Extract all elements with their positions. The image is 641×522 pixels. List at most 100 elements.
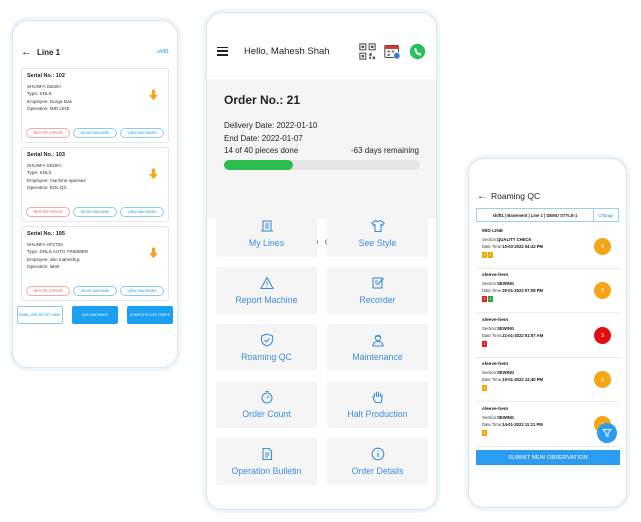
observation-count-badge: 3 [594, 327, 611, 344]
filter-icon [602, 429, 612, 438]
warning-icon [259, 276, 274, 290]
machine-operation: Operation: EOL QC [27, 185, 67, 191]
qc-title: Roaming QC [491, 191, 541, 201]
qr-code-icon[interactable] [359, 42, 376, 60]
arrow-down-icon [149, 168, 158, 180]
report-error-button[interactable]: REPORT ERROR [26, 207, 70, 217]
defect-tags: 1 [482, 340, 613, 347]
change-filter-button[interactable]: Change [594, 209, 618, 221]
observation-item[interactable]: sleeve-hem Section:SEWING Date Time:30-01-… [476, 269, 619, 313]
machine-type: Type: SNLS [27, 91, 52, 97]
complete-line-order-button[interactable]: COMPLETE LINE ORDER [127, 306, 173, 324]
tile-label: Order Details [351, 466, 404, 476]
add-machines-button[interactable]: ADD MACHINES [72, 306, 118, 324]
end-date: End Date: 2022-01-07 [224, 134, 303, 143]
observation-title: sleeve-hem [482, 362, 509, 367]
section-label: Section: [482, 326, 498, 331]
observation-item[interactable]: MID LINE Section:QUALITY CHECK Date Time:1… [476, 225, 619, 269]
observation-section: Section:SEWING [482, 370, 613, 377]
move-machine-button[interactable]: MOVE MACHINE [73, 128, 117, 138]
datetime-label: Date Time: [482, 421, 503, 427]
defect-tags: 1 [482, 384, 613, 391]
order-number: Order No.: 21 [224, 93, 301, 107]
calendar-settings-icon[interactable] [384, 43, 401, 60]
document-icon [261, 447, 272, 461]
machine-card[interactable]: Serial No.: 102 SHUNFA S620H Type: SNLS Emp… [21, 68, 169, 143]
tile-order-count[interactable]: Order Count [216, 381, 317, 428]
defect-count-tag: 1 [482, 251, 487, 258]
hand-stop-icon [371, 391, 383, 404]
tile-label: Recorder [359, 295, 396, 305]
hamburger-icon[interactable] [217, 46, 228, 56]
tile-label: Roaming QC [241, 352, 292, 362]
timer-icon [260, 390, 273, 404]
back-arrow-icon[interactable]: ← [477, 191, 489, 202]
report-error-button[interactable]: REPORT ERROR [26, 128, 70, 138]
datetime-label: Date Time: [482, 332, 503, 338]
defect-count-tag: 1 [488, 251, 493, 258]
machine-model: SHUNFA S620H [27, 84, 61, 89]
tile-maintenance[interactable]: Maintenance [327, 324, 428, 371]
datetime-value: 30-01-2022 07:08 PM [502, 287, 543, 293]
submit-observation-button[interactable]: SUBMIT NEW OBSERVATION [476, 450, 620, 465]
qc-header: ← Roaming QC [469, 189, 626, 203]
tile-recorder[interactable]: Recorder [327, 267, 428, 314]
section-value: SEWING [497, 370, 515, 375]
tile-see-style[interactable]: See Style [327, 210, 428, 257]
view-machines-button[interactable]: VIEW MACHINES [120, 207, 164, 217]
datetime-label: Date Time: [482, 287, 503, 293]
line-header: ← Line 1 shift1 [13, 39, 177, 65]
section-value: QUALITY CHECK [497, 237, 532, 242]
filter-fab-button[interactable] [597, 423, 617, 443]
observation-count-badge: 0 [594, 238, 611, 255]
observation-item[interactable]: sleeve-hem Section:SEWING Date Time:21-01-… [476, 314, 619, 358]
section-label: Section: [482, 281, 498, 286]
defect-tags: 21 [482, 295, 613, 302]
datetime-value: 21-01-2022 01:57 AM [502, 332, 544, 338]
tile-roaming-qc[interactable]: Roaming QC [216, 324, 317, 371]
machine-list: Serial No.: 102 SHUNFA S620H Type: SNLS Emp… [13, 68, 177, 301]
defect-count-tag: 1 [482, 429, 487, 436]
tile-label: Halt Production [347, 409, 408, 419]
report-error-button[interactable]: REPORT ERROR [26, 286, 70, 296]
tile-my-lines[interactable]: My Lines [216, 210, 317, 257]
tile-operation-bulletin[interactable]: Operation Bulletin [216, 438, 317, 485]
shift-label[interactable]: shift1 [157, 49, 169, 55]
section-value: SEWING [497, 326, 515, 331]
tile-halt-production[interactable]: Halt Production [327, 381, 428, 428]
observation-item[interactable]: sleeve-hem Section:SEWING Date Time:19-01-… [476, 358, 619, 402]
progress-bar [224, 160, 420, 170]
menu-grid: My Lines See Style Report Machine Recorder R… [216, 210, 428, 485]
qc-filter-bar: shift1 | Basement | Line 1 | DEMO STYLE-… [476, 208, 619, 222]
shield-check-icon [260, 333, 273, 347]
arrow-down-icon [149, 247, 158, 259]
shirt-icon [370, 219, 385, 233]
machine-card[interactable]: Serial No.: 103 SHUNFA S620H Type: SNLS Emp… [21, 147, 169, 222]
whatsapp-icon[interactable] [409, 43, 426, 60]
move-machine-button[interactable]: MOVE MACHINE [73, 286, 117, 296]
defect-count-tag: 1 [482, 340, 487, 347]
same-line-setup-button[interactable]: SAME LINE SETUP COMP. [17, 306, 63, 324]
back-arrow-icon[interactable]: ← [21, 46, 33, 58]
move-machine-button[interactable]: MOVE MACHINE [73, 207, 117, 217]
view-machines-button[interactable]: VIEW MACHINES [120, 128, 164, 138]
observation-section: Section:SEWING [482, 281, 613, 288]
observation-title: sleeve-hem [482, 407, 509, 412]
home-screen: Hello, Mahesh Shah Order No.: 21 Deliver… [206, 12, 437, 510]
view-machines-button[interactable]: VIEW MACHINES [120, 286, 164, 296]
datetime-value: 19-01-2022 12:40 PM [502, 376, 543, 382]
tile-report-machine[interactable]: Report Machine [216, 267, 317, 314]
observation-item[interactable]: sleeve-hem Section:SEWING Date Time:14-01-… [476, 403, 619, 447]
datetime-label: Date Time: [482, 376, 503, 382]
machine-card[interactable]: Serial No.: 195 SHUNFA SF272II Type: DNLS … [21, 226, 169, 301]
defect-tags: 1 [482, 429, 613, 436]
section-value: SEWING [497, 281, 515, 286]
observation-title: MID LINE [482, 229, 504, 234]
section-label: Section: [482, 415, 498, 420]
arrow-down-icon [149, 89, 158, 101]
greeting: Hello, Mahesh Shah [244, 45, 330, 57]
machine-operation: Operation: MID LINE [27, 106, 70, 112]
card-actions: REPORT ERROR MOVE MACHINE VIEW MACHINES [26, 207, 164, 217]
tile-label: Order Count [242, 409, 291, 419]
tile-order-details[interactable]: Order Details [327, 438, 428, 485]
